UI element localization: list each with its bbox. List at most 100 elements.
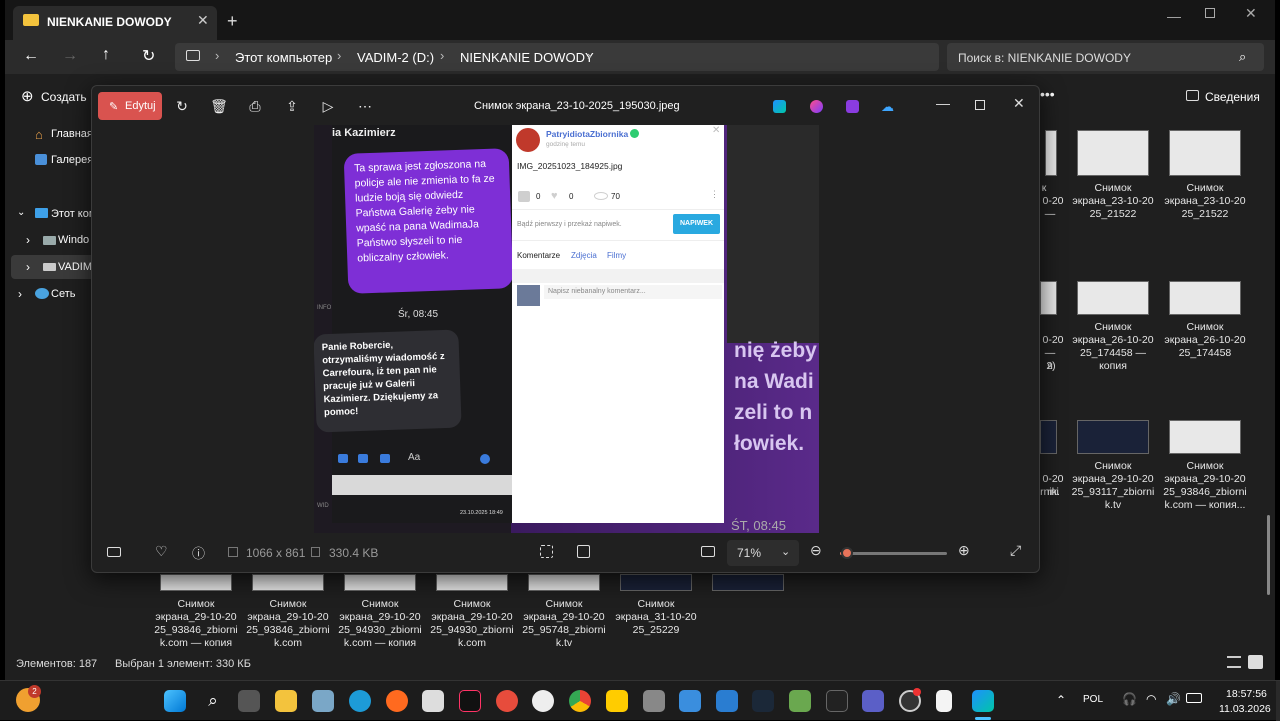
tip-button[interactable]: NAPIWEK xyxy=(673,214,720,234)
minimize-icon[interactable]: — xyxy=(1167,8,1181,24)
thumbs-up-icon[interactable] xyxy=(518,191,530,202)
file-thumbnail[interactable] xyxy=(1040,420,1057,454)
file-thumbnail[interactable] xyxy=(528,574,600,591)
notepad-icon[interactable] xyxy=(936,690,952,712)
teams-icon[interactable] xyxy=(862,690,884,712)
scrollbar[interactable] xyxy=(1267,515,1270,595)
forward-arrow-icon[interactable]: → xyxy=(62,47,78,65)
text-scan-icon[interactable] xyxy=(577,545,590,558)
actual-size-icon[interactable] xyxy=(701,546,715,557)
file-thumbnail[interactable] xyxy=(1040,281,1057,315)
zoom-slider[interactable] xyxy=(840,547,947,559)
firefox-icon[interactable] xyxy=(386,690,408,712)
file-label[interactable]: Снимок экрана_29-10-20 25_93846_zbiorni k.c… xyxy=(150,598,242,650)
file-label[interactable]: Снимок экрана_29-10-20 25_94930_zbiorni k.c… xyxy=(334,598,426,650)
app-icon[interactable] xyxy=(789,690,811,712)
file-thumbnail[interactable] xyxy=(1045,130,1057,176)
maximize-icon[interactable] xyxy=(1205,8,1215,18)
photos-app-icon[interactable] xyxy=(773,100,786,113)
maximize-icon[interactable] xyxy=(975,100,985,110)
close-icon[interactable]: ✕ xyxy=(1013,95,1025,112)
zoom-dropdown[interactable]: 71% ⌄ xyxy=(727,540,799,566)
file-explorer-icon[interactable] xyxy=(275,690,297,712)
file-label[interactable]: Снимок экрана_26-10-20 25_174458 xyxy=(1159,321,1251,360)
sidebar-item-gallery[interactable]: Галерея xyxy=(51,154,93,166)
details-button[interactable]: Сведения xyxy=(1205,90,1260,104)
photos-app-icon[interactable] xyxy=(972,690,994,712)
file-thumbnail[interactable] xyxy=(1169,420,1241,454)
more-vertical-icon[interactable]: ⋮ xyxy=(710,189,719,200)
file-label-partial[interactable]: — xyxy=(1043,347,1057,360)
file-label-partial[interactable]: к xyxy=(1039,182,1049,195)
file-thumbnail[interactable] xyxy=(1169,281,1241,315)
delete-icon[interactable]: 🗑 xyxy=(209,96,229,116)
sidebar-item-windows[interactable]: Windo xyxy=(58,234,89,246)
zoom-slider-thumb[interactable] xyxy=(841,547,854,559)
file-thumbnail[interactable] xyxy=(436,574,508,591)
volume-icon[interactable]: 🔊 xyxy=(1166,692,1181,706)
sidebar-item-network[interactable]: Сеть xyxy=(51,288,75,300)
sidebar-item-this-pc[interactable]: Этот ком xyxy=(51,208,96,220)
onedrive-icon[interactable]: ☁ xyxy=(881,99,897,114)
back-arrow-icon[interactable]: ← xyxy=(23,47,39,65)
sidebar-item-home[interactable]: Главная xyxy=(51,128,93,140)
file-label-partial[interactable]: — xyxy=(1043,208,1057,221)
avatar[interactable] xyxy=(516,128,540,152)
clock-time[interactable]: 18:57:56 xyxy=(1226,688,1267,700)
info-icon[interactable]: ⓘ xyxy=(192,543,205,562)
close-icon[interactable]: ✕ xyxy=(712,125,720,136)
file-thumbnail[interactable] xyxy=(252,574,324,591)
app-icon[interactable] xyxy=(679,690,701,712)
file-thumbnail[interactable] xyxy=(1077,281,1149,315)
file-thumbnail[interactable] xyxy=(160,574,232,591)
steam-icon[interactable] xyxy=(752,690,774,712)
search-icon[interactable]: ⌕ xyxy=(202,690,224,712)
clock-date[interactable]: 11.03.2026 xyxy=(1219,703,1271,715)
wifi-icon[interactable]: ◠ xyxy=(1146,692,1156,706)
file-thumbnail[interactable] xyxy=(1077,420,1149,454)
battery-icon[interactable] xyxy=(1186,693,1202,703)
file-label[interactable]: Снимок экрана_23-10-20 25_21522 xyxy=(1067,182,1159,221)
app-icon[interactable] xyxy=(422,690,444,712)
breadcrumb-item[interactable]: NIENKANIE DOWODY xyxy=(460,50,594,65)
chrome-icon[interactable] xyxy=(569,690,591,712)
slideshow-icon[interactable]: ▷ xyxy=(318,96,338,116)
explorer-tab[interactable]: NIENKANIE DOWODY ✕ xyxy=(13,6,217,40)
show-desktop-button[interactable] xyxy=(1276,681,1280,721)
file-label-partial[interactable]: 0-20 xyxy=(1041,334,1065,347)
file-label-partial[interactable]: 2) xyxy=(1041,360,1061,373)
app-icon[interactable] xyxy=(643,690,665,712)
headset-icon[interactable]: 🎧 xyxy=(1122,692,1137,706)
chevron-right-icon[interactable]: › xyxy=(26,233,30,247)
filmstrip-icon[interactable] xyxy=(107,547,121,557)
file-label[interactable]: Снимок экрана_31-10-20 25_25229 xyxy=(610,598,702,637)
file-thumbnail[interactable] xyxy=(344,574,416,591)
close-tab-icon[interactable]: ✕ xyxy=(197,12,209,29)
file-label-partial[interactable]: 0-20 xyxy=(1041,473,1065,486)
clipchamp-icon[interactable] xyxy=(846,100,859,113)
visual-search-icon[interactable] xyxy=(540,545,553,558)
more-options-icon[interactable]: ⋯ xyxy=(355,96,375,116)
tab-videos[interactable]: Filmy xyxy=(607,251,626,260)
breadcrumb-item[interactable]: VADIM-2 (D:) xyxy=(357,50,434,65)
share-icon[interactable]: ⇪ xyxy=(282,96,302,116)
app-icon[interactable] xyxy=(532,690,554,712)
close-window-icon[interactable]: ✕ xyxy=(1245,5,1257,22)
more-options-icon[interactable]: ••• xyxy=(1040,86,1055,102)
breadcrumb[interactable]: › Этот компьютер › VADIM-2 (D:) › NIENKA… xyxy=(175,43,939,71)
photos-icon[interactable] xyxy=(312,690,334,712)
tile-view-icon[interactable] xyxy=(1248,655,1263,669)
start-icon[interactable] xyxy=(164,690,186,712)
favorite-heart-icon[interactable]: ♡ xyxy=(155,543,168,560)
file-label[interactable]: Снимок экрана_29-10-20 25_95748_zbiorni k.t… xyxy=(518,598,610,650)
app-icon[interactable] xyxy=(606,690,628,712)
print-icon[interactable]: ⎙ xyxy=(245,96,265,116)
language-indicator[interactable]: POL xyxy=(1083,694,1103,705)
app-icon[interactable] xyxy=(716,690,738,712)
edge-icon[interactable] xyxy=(349,690,371,712)
search-input[interactable]: Поиск в: NIENKANIE DOWODY ⌕ xyxy=(947,43,1264,71)
tiktok-icon[interactable] xyxy=(459,690,481,712)
file-label[interactable]: Снимок экрана_29-10-20 25_93117_zbiorni k.t… xyxy=(1067,460,1159,512)
file-label[interactable]: Снимок экрана_26-10-20 25_174458 — копия xyxy=(1067,321,1159,373)
file-label[interactable]: Снимок экрана_29-10-20 25_94930_zbiorni k.c… xyxy=(426,598,518,650)
